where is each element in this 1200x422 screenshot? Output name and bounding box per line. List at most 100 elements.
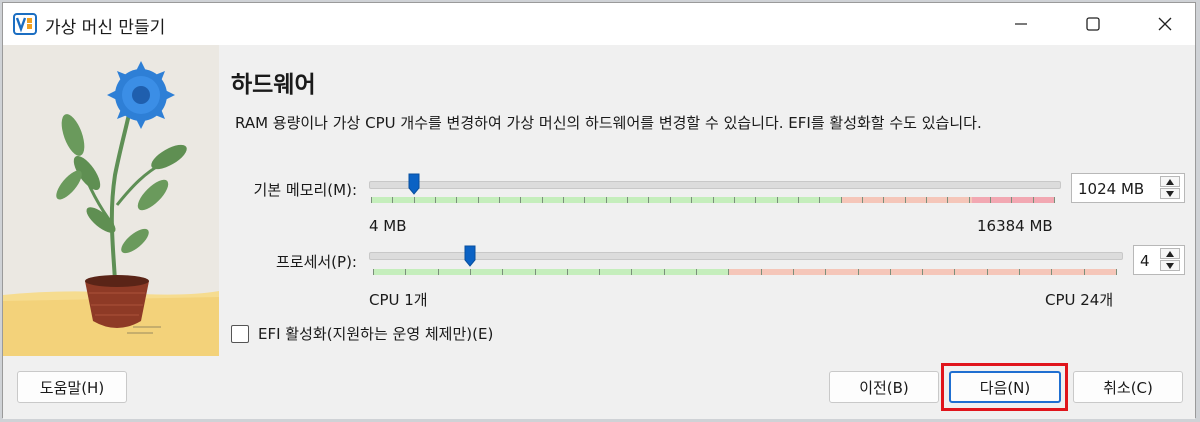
slider-tick [798,197,799,203]
memory-slider-track[interactable] [369,181,1061,189]
slider-tick [905,197,906,203]
slider-tick [728,269,729,275]
back-button[interactable]: 이전(B) [829,371,939,403]
slider-tick [456,197,457,203]
slider-tick [502,269,503,275]
processor-max-label: CPU 24개 [1045,291,1114,309]
slider-tick [969,197,970,203]
slider-tick [761,269,762,275]
slider-tick [858,269,859,275]
processor-value: 4 [1140,252,1150,270]
slider-tick [563,197,564,203]
memory-spinbox[interactable]: 1024 MB [1071,173,1185,203]
virtualbox-icon [13,13,37,35]
slider-tick [405,269,406,275]
processor-slider-track[interactable] [369,252,1123,260]
slider-tick [520,197,521,203]
slider-tick [954,269,955,275]
minimize-button[interactable] [993,3,1049,45]
slider-tick [470,269,471,275]
slider-tick [435,197,436,203]
slider-tick [414,197,415,203]
processor-min-label: CPU 1개 [369,291,428,309]
slider-tick [777,197,778,203]
slider-tick [1084,269,1085,275]
slider-tick [631,269,632,275]
slider-tick [825,269,826,275]
create-vm-dialog: 가상 머신 만들기 하드웨어 RAM 용량이나 가상 CPU 개수를 변경하여 … [2,2,1196,419]
button-bar: 도움말(H) 이전(B) 다음(N) 취소(C) [3,356,1195,419]
page-description: RAM 용량이나 가상 CPU 개수를 변경하여 가상 머신의 하드웨어를 변경… [235,114,982,132]
help-button[interactable]: 도움말(H) [17,371,127,403]
slider-tick [1051,269,1052,275]
maximize-button[interactable] [1065,3,1121,45]
slider-tick [862,197,863,203]
slider-tick [734,197,735,203]
slider-tick [1116,269,1117,275]
memory-slider-thumb[interactable] [408,173,420,195]
memory-decrease-button[interactable] [1160,188,1180,199]
slider-tick [392,197,393,203]
close-icon [1158,17,1172,31]
slider-tick [567,269,568,275]
slider-tick [371,197,372,203]
slider-tick [584,197,585,203]
processor-label: 프로세서(P): [275,253,357,271]
slider-tick [922,269,923,275]
window-title: 가상 머신 만들기 [45,18,166,38]
slider-tick [606,197,607,203]
processor-spinbox[interactable]: 4 [1133,245,1185,275]
efi-option[interactable]: EFI 활성화(지원하는 운영 체제만)(E) [231,323,493,344]
arrow-up-icon [1166,250,1174,257]
slider-tick [664,269,665,275]
cancel-button[interactable]: 취소(C) [1073,371,1183,403]
slider-tick [627,197,628,203]
slider-tick [926,197,927,203]
arrow-down-icon [1166,262,1174,269]
page-title: 하드웨어 [231,72,316,98]
memory-label: 기본 메모리(M): [253,181,357,199]
slider-tick [793,269,794,275]
processor-increase-button[interactable] [1160,248,1180,259]
maximize-icon [1086,17,1100,31]
slider-tick [947,197,948,203]
slider-tick [1019,269,1020,275]
slider-tick [670,197,671,203]
slider-tick [819,197,820,203]
slider-tick [1054,197,1055,203]
slider-tick [1011,197,1012,203]
title-bar: 가상 머신 만들기 [3,3,1195,45]
efi-checkbox[interactable] [231,324,249,343]
arrow-down-icon [1166,190,1174,197]
slider-tick [373,269,374,275]
memory-max-label: 16384 MB [977,217,1053,235]
memory-value: 1024 MB [1078,180,1145,198]
processor-decrease-button[interactable] [1160,260,1180,271]
slider-tick [990,197,991,203]
close-button[interactable] [1137,3,1193,45]
slider-tick [648,197,649,203]
arrow-up-icon [1166,178,1174,185]
slider-tick [1033,197,1034,203]
slider-tick [478,197,479,203]
wizard-side-image [3,45,219,356]
slider-tick [841,197,842,203]
slider-tick [755,197,756,203]
slider-tick [691,197,692,203]
memory-range-indicator [371,197,1055,203]
slider-tick [438,269,439,275]
memory-min-label: 4 MB [369,217,407,235]
efi-label: EFI 활성화(지원하는 운영 체제만)(E) [258,325,494,343]
hardware-page: 하드웨어 RAM 용량이나 가상 CPU 개수를 변경하여 가상 머신의 하드웨… [219,45,1195,356]
slider-tick [696,269,697,275]
slider-tick [890,269,891,275]
minimize-icon [1015,23,1027,25]
processor-slider-thumb[interactable] [464,245,476,267]
slider-tick [883,197,884,203]
memory-increase-button[interactable] [1160,176,1180,187]
highlight-box [941,363,1068,411]
slider-tick [542,197,543,203]
slider-tick [535,269,536,275]
slider-tick [713,197,714,203]
slider-tick [987,269,988,275]
